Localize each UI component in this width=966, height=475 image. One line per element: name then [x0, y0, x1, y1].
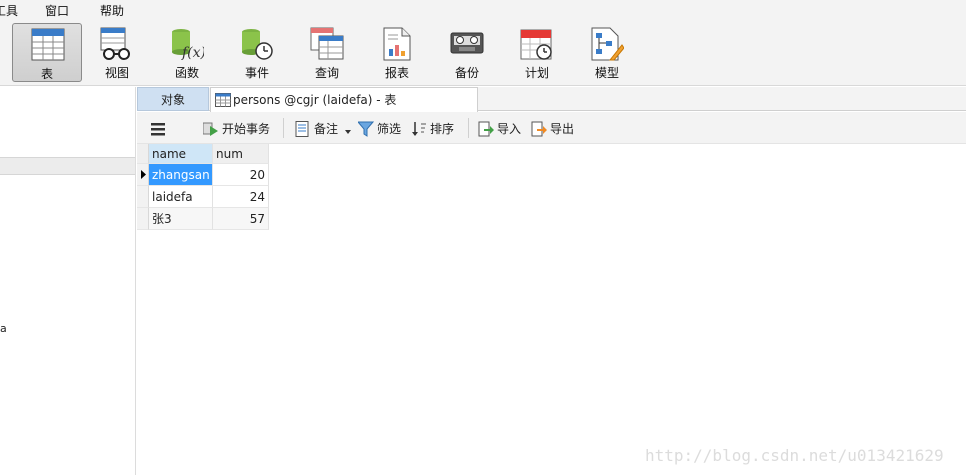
- begin-transaction-button[interactable]: 开始事务: [203, 120, 270, 138]
- hamburger-icon: [151, 123, 165, 136]
- ribbon-query-button[interactable]: 查询: [292, 23, 362, 82]
- menu-bar: 工具 窗口 帮助: [0, 0, 966, 20]
- menu-tools[interactable]: 工具: [0, 2, 18, 19]
- event-clock-icon: [242, 29, 273, 60]
- tab-objects[interactable]: 对象: [137, 87, 209, 111]
- row-indicator[interactable]: [137, 208, 149, 230]
- ribbon-backup-label: 备份: [454, 66, 479, 80]
- cell-name[interactable]: zhangsan: [149, 164, 213, 186]
- model-icon: [591, 27, 624, 61]
- ribbon-model-button[interactable]: 模型: [572, 23, 642, 82]
- ribbon-query-label: 查询: [314, 66, 339, 80]
- table-toolbar: 开始事务 备注 筛选 排序 导入 导出: [137, 112, 966, 144]
- table-small-icon: [215, 93, 231, 107]
- toolbar-separator: [283, 118, 284, 138]
- cell-num[interactable]: 20: [213, 164, 269, 186]
- memo-dropdown-button[interactable]: [345, 121, 351, 139]
- toolbar-separator: [468, 118, 469, 138]
- view-glasses-icon: [100, 27, 130, 60]
- sort-label: 排序: [430, 122, 455, 136]
- ribbon-table-button[interactable]: 表: [12, 23, 82, 82]
- cell-num[interactable]: 24: [213, 186, 269, 208]
- import-icon: [478, 121, 494, 137]
- ribbon-event-button[interactable]: 事件: [222, 23, 292, 82]
- cell-name[interactable]: 张3: [149, 208, 213, 230]
- cell-name[interactable]: laidefa: [149, 186, 213, 208]
- data-grid[interactable]: name num zhangsan 20 laidefa 24 张3 57: [137, 144, 966, 475]
- main-ribbon: 表 视图 f(x) 函数 事件 查询 报表 备份 计划 模型: [0, 20, 966, 86]
- ribbon-report-button[interactable]: 报表: [362, 23, 432, 82]
- cell-num[interactable]: 57: [213, 208, 269, 230]
- memo-icon: [295, 121, 309, 137]
- export-label: 导出: [550, 122, 575, 136]
- column-header-name[interactable]: name: [149, 144, 213, 164]
- ribbon-view-button[interactable]: 视图: [82, 23, 152, 82]
- ribbon-event-label: 事件: [244, 66, 269, 80]
- connection-tree-pane[interactable]: a: [0, 87, 136, 475]
- menu-help[interactable]: 帮助: [100, 2, 124, 19]
- memo-label: 备注: [314, 122, 339, 136]
- ribbon-backup-button[interactable]: 备份: [432, 23, 502, 82]
- row-indicator[interactable]: [137, 186, 149, 208]
- begin-transaction-label: 开始事务: [222, 122, 271, 136]
- menu-window[interactable]: 窗口: [45, 2, 69, 19]
- tab-bar: 对象 persons @cgjr (laidefa) - 表: [137, 87, 966, 112]
- tab-persons-table-label: persons @cgjr (laidefa) - 表: [233, 93, 397, 107]
- selected-tree-item[interactable]: [0, 157, 135, 175]
- export-icon: [531, 121, 547, 137]
- query-icon: [310, 27, 344, 60]
- ribbon-schedule-button[interactable]: 计划: [502, 23, 572, 82]
- table-icon: [31, 28, 65, 61]
- ribbon-function-label: 函数: [174, 66, 199, 80]
- row-indicator[interactable]: [137, 164, 149, 186]
- report-icon: [383, 27, 411, 61]
- menu-hamburger-button[interactable]: [151, 120, 165, 138]
- filter-funnel-icon: [358, 121, 374, 137]
- sort-button[interactable]: 排序: [411, 120, 454, 138]
- column-header-num[interactable]: num: [213, 144, 269, 164]
- memo-button[interactable]: 备注: [295, 120, 338, 138]
- begin-transaction-icon: [203, 122, 218, 136]
- backup-icon: [450, 32, 484, 54]
- ribbon-table-label: 表: [40, 67, 53, 81]
- svg-text:f(x): f(x): [181, 45, 204, 61]
- ribbon-view-label: 视图: [104, 66, 129, 80]
- watermark-url: http://blog.csdn.net/u013421629: [645, 446, 944, 465]
- import-label: 导入: [497, 122, 522, 136]
- chevron-down-icon: [345, 130, 351, 134]
- ribbon-schedule-label: 计划: [524, 66, 549, 80]
- ribbon-report-label: 报表: [384, 66, 409, 80]
- filter-button[interactable]: 筛选: [358, 120, 401, 138]
- export-button[interactable]: 导出: [531, 120, 574, 138]
- function-icon: f(x): [172, 29, 204, 61]
- sort-icon: [412, 122, 426, 136]
- tree-item-fragment[interactable]: a: [0, 322, 7, 335]
- filter-label: 筛选: [377, 122, 402, 136]
- ribbon-function-button[interactable]: f(x) 函数: [152, 23, 222, 82]
- import-button[interactable]: 导入: [478, 120, 521, 138]
- tab-persons-table[interactable]: persons @cgjr (laidefa) - 表: [210, 87, 478, 112]
- grid-corner: [137, 144, 149, 164]
- schedule-calendar-icon: [520, 29, 552, 60]
- current-row-arrow-icon: [141, 170, 146, 179]
- ribbon-model-label: 模型: [594, 66, 619, 80]
